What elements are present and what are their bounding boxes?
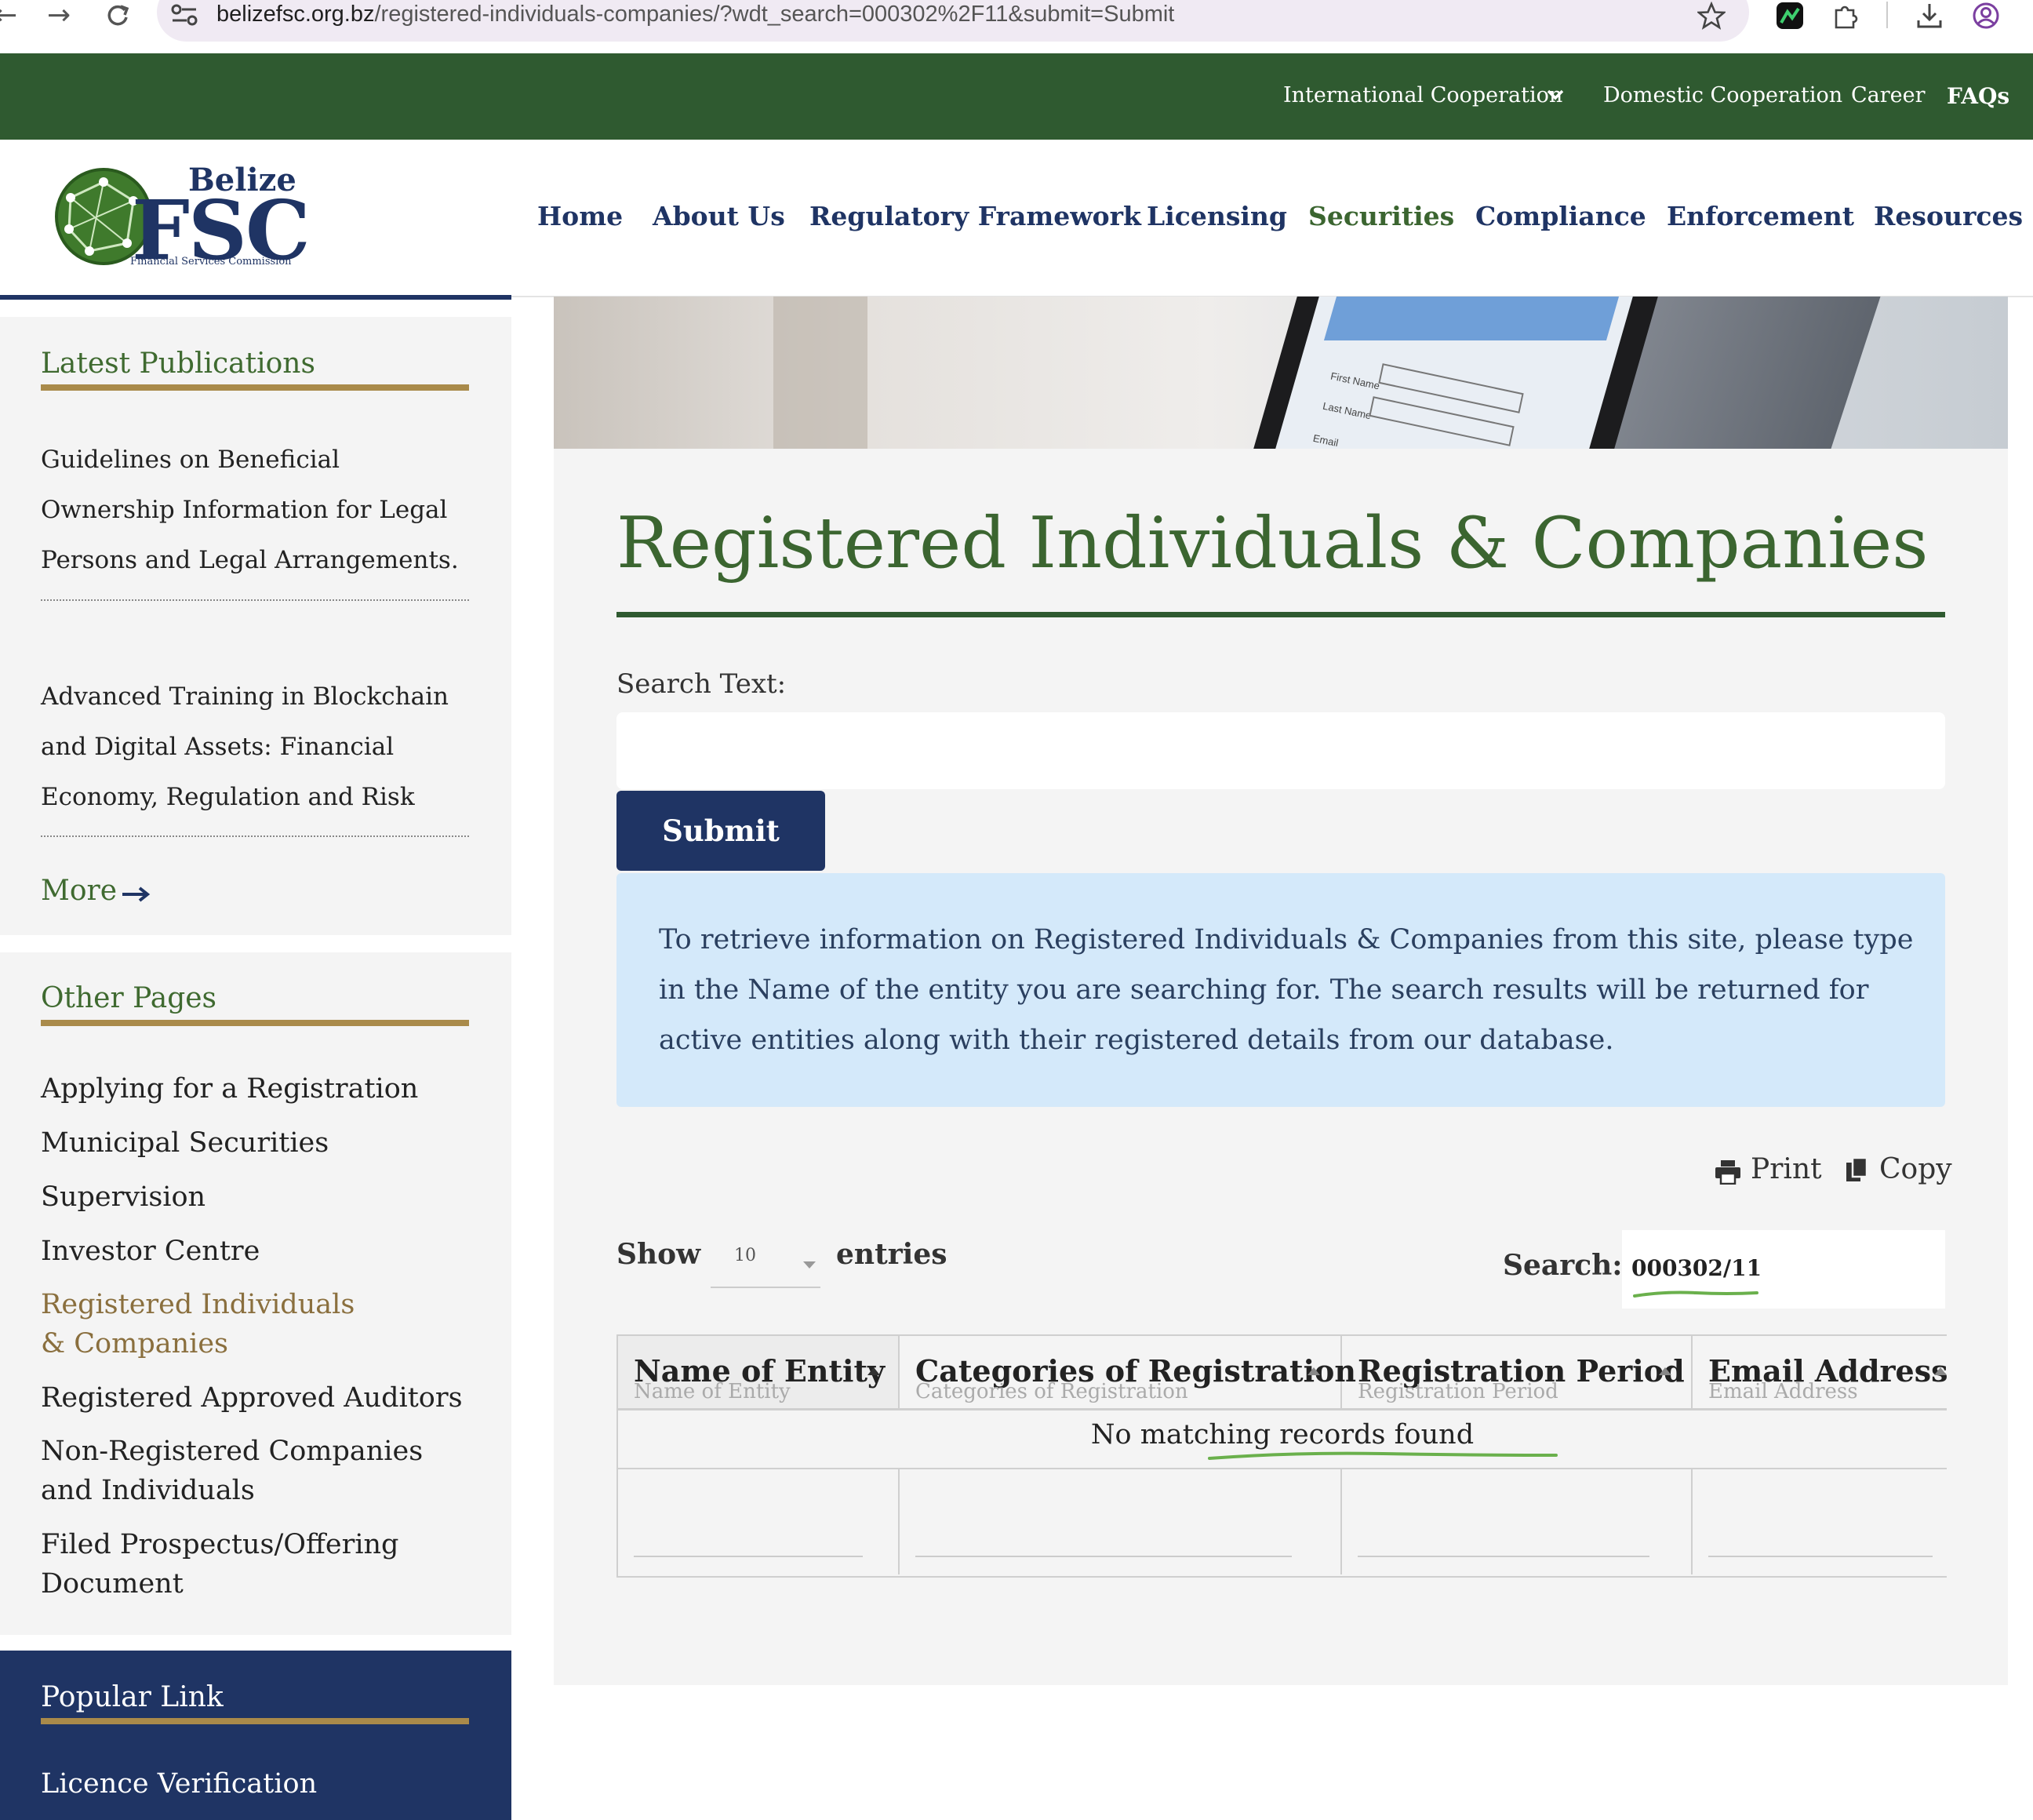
nav-resources[interactable]: Resources	[1874, 201, 2023, 231]
site-settings-icon[interactable]	[171, 3, 198, 27]
nav-licensing[interactable]: Licensing	[1147, 201, 1287, 231]
table-search-value: 000302/11	[1631, 1255, 1762, 1281]
toolbar-divider	[1886, 2, 1888, 28]
filter-underline	[1358, 1556, 1649, 1557]
more-label: More	[41, 875, 118, 907]
filter-underline	[634, 1556, 863, 1557]
more-link[interactable]: More	[41, 875, 198, 914]
annotation-underline	[1208, 1451, 1558, 1460]
sidebar-item-registered-approved-auditors[interactable]: Registered Approved Auditors	[41, 1378, 480, 1418]
reload-icon[interactable]	[104, 2, 132, 30]
entries-per-page-select[interactable]: 10	[711, 1235, 820, 1288]
copy-label: Copy	[1879, 1153, 1952, 1185]
profile-icon[interactable]	[1972, 2, 2000, 30]
extensions-puzzle-icon[interactable]	[1832, 2, 1860, 30]
empty-results-row: No matching records found	[618, 1408, 1947, 1469]
forward-icon[interactable]: →	[47, 0, 71, 31]
bookmark-star-icon[interactable]	[1697, 2, 1726, 30]
filter-underline	[1708, 1556, 1933, 1557]
search-text-input[interactable]	[616, 712, 1945, 789]
latest-publications-underline	[41, 384, 469, 391]
site-logo[interactable]: Belize FSC Financial Services Commission	[55, 162, 311, 278]
publication-divider	[41, 599, 469, 601]
sidebar-item-municipal-securities[interactable]: Municipal Securities	[41, 1123, 480, 1163]
back-icon[interactable]: ←	[0, 0, 17, 31]
hero-blur-shape	[773, 297, 867, 449]
sidebar-item-filed-prospectus[interactable]: Filed Prospectus/Offering Document	[41, 1525, 409, 1603]
filter-name-of-entity[interactable]: Name of Entity	[634, 1380, 791, 1403]
filter-registration-period[interactable]: Registration Period	[1358, 1380, 1558, 1403]
annotation-underline	[1633, 1290, 1758, 1298]
extension-app-icon[interactable]	[1776, 2, 1804, 30]
licence-verification-link[interactable]: Licence Verification	[41, 1768, 317, 1800]
no-records-message: No matching records found	[1090, 1419, 1475, 1451]
logo-tagline: Financial Services Commission	[130, 256, 292, 268]
url-host: belizefsc.org.bz	[216, 2, 375, 27]
career-link[interactable]: Career	[1851, 83, 1926, 107]
printer-icon	[1715, 1160, 1740, 1185]
filter-categories[interactable]: Categories of Registration	[915, 1380, 1188, 1403]
hero-banner: First Name Last Name Email	[554, 297, 2008, 449]
filter-email-address[interactable]: Email Address	[1708, 1380, 1858, 1403]
latest-publications-title: Latest Publications	[41, 348, 315, 380]
filter-cell	[618, 1468, 900, 1574]
page-title: Registered Individuals & Companies	[616, 502, 1929, 584]
print-label: Print	[1751, 1153, 1822, 1185]
filter-cell	[1342, 1468, 1693, 1574]
popular-link-underline	[41, 1718, 469, 1724]
nav-compliance[interactable]: Compliance	[1475, 201, 1646, 231]
entries-select-value: 10	[734, 1246, 756, 1265]
arrow-right-icon	[122, 886, 151, 902]
latest-publications-panel	[0, 317, 511, 935]
popular-link-title: Popular Link	[41, 1681, 224, 1713]
filter-underline	[915, 1556, 1292, 1557]
copy-button[interactable]: Copy	[1845, 1153, 1952, 1192]
results-table: Name of Entity Categories of Registratio…	[616, 1334, 1948, 1578]
sidebar-item-applying-for-registration[interactable]: Applying for a Registration	[41, 1069, 480, 1108]
sidebar-item-non-registered-companies[interactable]: Non-Registered Companies and Individuals	[41, 1432, 480, 1510]
nav-about-us[interactable]: About Us	[653, 201, 785, 231]
chevron-down-icon[interactable]	[1547, 89, 1564, 101]
nav-enforcement[interactable]: Enforcement	[1667, 201, 1854, 231]
url-path: /registered-individuals-companies/?wdt_s…	[374, 2, 1175, 27]
select-caret-icon	[803, 1261, 816, 1269]
publication-divider	[41, 835, 469, 837]
sort-icon	[1659, 1367, 1671, 1375]
nav-home[interactable]: Home	[537, 201, 623, 231]
sort-icon	[1307, 1367, 1320, 1375]
domestic-cooperation-link[interactable]: Domestic Cooperation	[1603, 83, 1842, 107]
browser-toolbar: ← → belizefsc.org.bz/registered-individu…	[0, 0, 2033, 53]
other-pages-underline	[41, 1020, 469, 1026]
filter-cell	[1693, 1468, 1947, 1574]
nav-regulatory-framework[interactable]: Regulatory Framework	[809, 201, 1141, 231]
sort-icon	[1934, 1367, 1947, 1375]
other-pages-title: Other Pages	[41, 982, 217, 1014]
sort-up-icon	[867, 1367, 880, 1375]
address-text[interactable]: belizefsc.org.bz/registered-individuals-…	[216, 2, 1174, 27]
copy-icon	[1846, 1156, 1868, 1181]
show-label: Show	[616, 1238, 701, 1271]
title-underline	[616, 612, 1945, 617]
sidebar-item-registered-individuals-companies[interactable]: Registered Individuals & Companies	[41, 1285, 378, 1363]
sidebar-item-supervision[interactable]: Supervision	[41, 1178, 480, 1217]
entries-label: entries	[836, 1238, 947, 1271]
table-search-label: Search:	[1503, 1249, 1623, 1282]
search-text-label: Search Text:	[616, 668, 787, 700]
publication-link[interactable]: Advanced Training in Blockchain and Digi…	[41, 672, 480, 822]
sidebar-item-investor-centre[interactable]: Investor Centre	[41, 1232, 480, 1271]
submit-button[interactable]: Submit	[616, 791, 825, 871]
hero-screen-header	[1323, 297, 1620, 340]
download-icon[interactable]	[1915, 2, 1944, 30]
sidebar-top-rule	[0, 295, 511, 300]
faqs-link[interactable]: FAQs	[1947, 83, 2009, 109]
nav-securities[interactable]: Securities	[1308, 201, 1454, 231]
international-cooperation-link[interactable]: International Cooperation	[1283, 83, 1562, 107]
info-notice-text: To retrieve information on Registered In…	[659, 924, 1914, 1056]
publication-link[interactable]: Guidelines on Beneficial Ownership Infor…	[41, 435, 480, 585]
print-button[interactable]: Print	[1715, 1153, 1822, 1192]
table-search-input[interactable]: 000302/11	[1622, 1230, 1945, 1309]
filter-cell	[900, 1468, 1342, 1574]
